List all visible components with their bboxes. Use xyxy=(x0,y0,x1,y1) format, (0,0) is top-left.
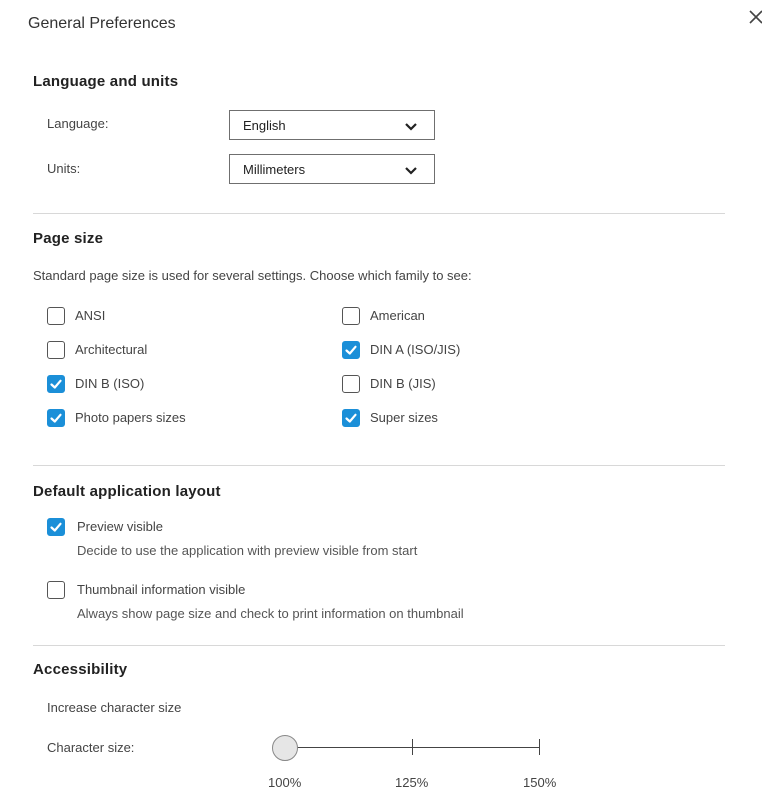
slider-tick-label: 100% xyxy=(268,775,302,790)
slider-tick-label: 150% xyxy=(523,775,557,790)
close-icon[interactable] xyxy=(745,6,762,28)
chevron-down-icon xyxy=(404,120,418,132)
section-divider xyxy=(33,213,725,214)
preview-visible-description: Decide to use the application with previ… xyxy=(77,543,418,558)
page-size-label-din-b-jis: DIN B (JIS) xyxy=(370,376,436,391)
dialog-title: General Preferences xyxy=(28,15,176,32)
page-size-label-american: American xyxy=(370,308,425,323)
section-heading-language-units: Language and units xyxy=(33,73,179,90)
page-size-checkbox-american[interactable] xyxy=(342,307,360,325)
page-size-label-super-sizes: Super sizes xyxy=(370,410,438,425)
accessibility-subheading: Increase character size xyxy=(47,700,182,715)
page-size-checkbox-din-b-iso[interactable] xyxy=(47,375,65,393)
slider-thumb[interactable] xyxy=(272,735,298,761)
page-size-description: Standard page size is used for several s… xyxy=(33,268,472,283)
page-size-label-din-a-iso-jis: DIN A (ISO/JIS) xyxy=(370,342,461,357)
thumbnail-info-checkbox[interactable] xyxy=(47,581,65,599)
section-heading-layout: Default application layout xyxy=(33,483,221,500)
slider-tick xyxy=(539,739,540,755)
chevron-down-icon xyxy=(404,164,418,176)
thumbnail-info-label: Thumbnail information visible xyxy=(77,582,246,597)
language-label: Language: xyxy=(47,116,109,131)
page-size-checkbox-photo-papers-sizes[interactable] xyxy=(47,409,65,427)
section-heading-page-size: Page size xyxy=(33,230,104,247)
section-divider xyxy=(33,465,725,466)
page-size-checkbox-super-sizes[interactable] xyxy=(342,409,360,427)
units-select-value: Millimeters xyxy=(243,162,306,177)
page-size-checkbox-architectural[interactable] xyxy=(47,341,65,359)
preview-visible-checkbox[interactable] xyxy=(47,518,65,536)
page-size-checkbox-din-b-jis[interactable] xyxy=(342,375,360,393)
slider-tick xyxy=(412,739,413,755)
thumbnail-info-description: Always show page size and check to print… xyxy=(77,606,464,621)
page-size-checkbox-ansi[interactable] xyxy=(47,307,65,325)
page-size-label-photo-papers-sizes: Photo papers sizes xyxy=(75,410,186,425)
page-size-label-architectural: Architectural xyxy=(75,342,148,357)
language-select-value: English xyxy=(243,118,286,133)
page-size-label-din-b-iso: DIN B (ISO) xyxy=(75,376,145,391)
character-size-label: Character size: xyxy=(47,740,135,755)
units-select[interactable]: Millimeters xyxy=(229,154,435,184)
section-divider xyxy=(33,645,725,646)
page-size-checkbox-din-a-iso-jis[interactable] xyxy=(342,341,360,359)
section-heading-accessibility: Accessibility xyxy=(33,661,128,678)
preview-visible-label: Preview visible xyxy=(77,519,163,534)
page-size-label-ansi: ANSI xyxy=(75,308,106,323)
language-select[interactable]: English xyxy=(229,110,435,140)
slider-tick-label: 125% xyxy=(395,775,429,790)
units-label: Units: xyxy=(47,161,81,176)
